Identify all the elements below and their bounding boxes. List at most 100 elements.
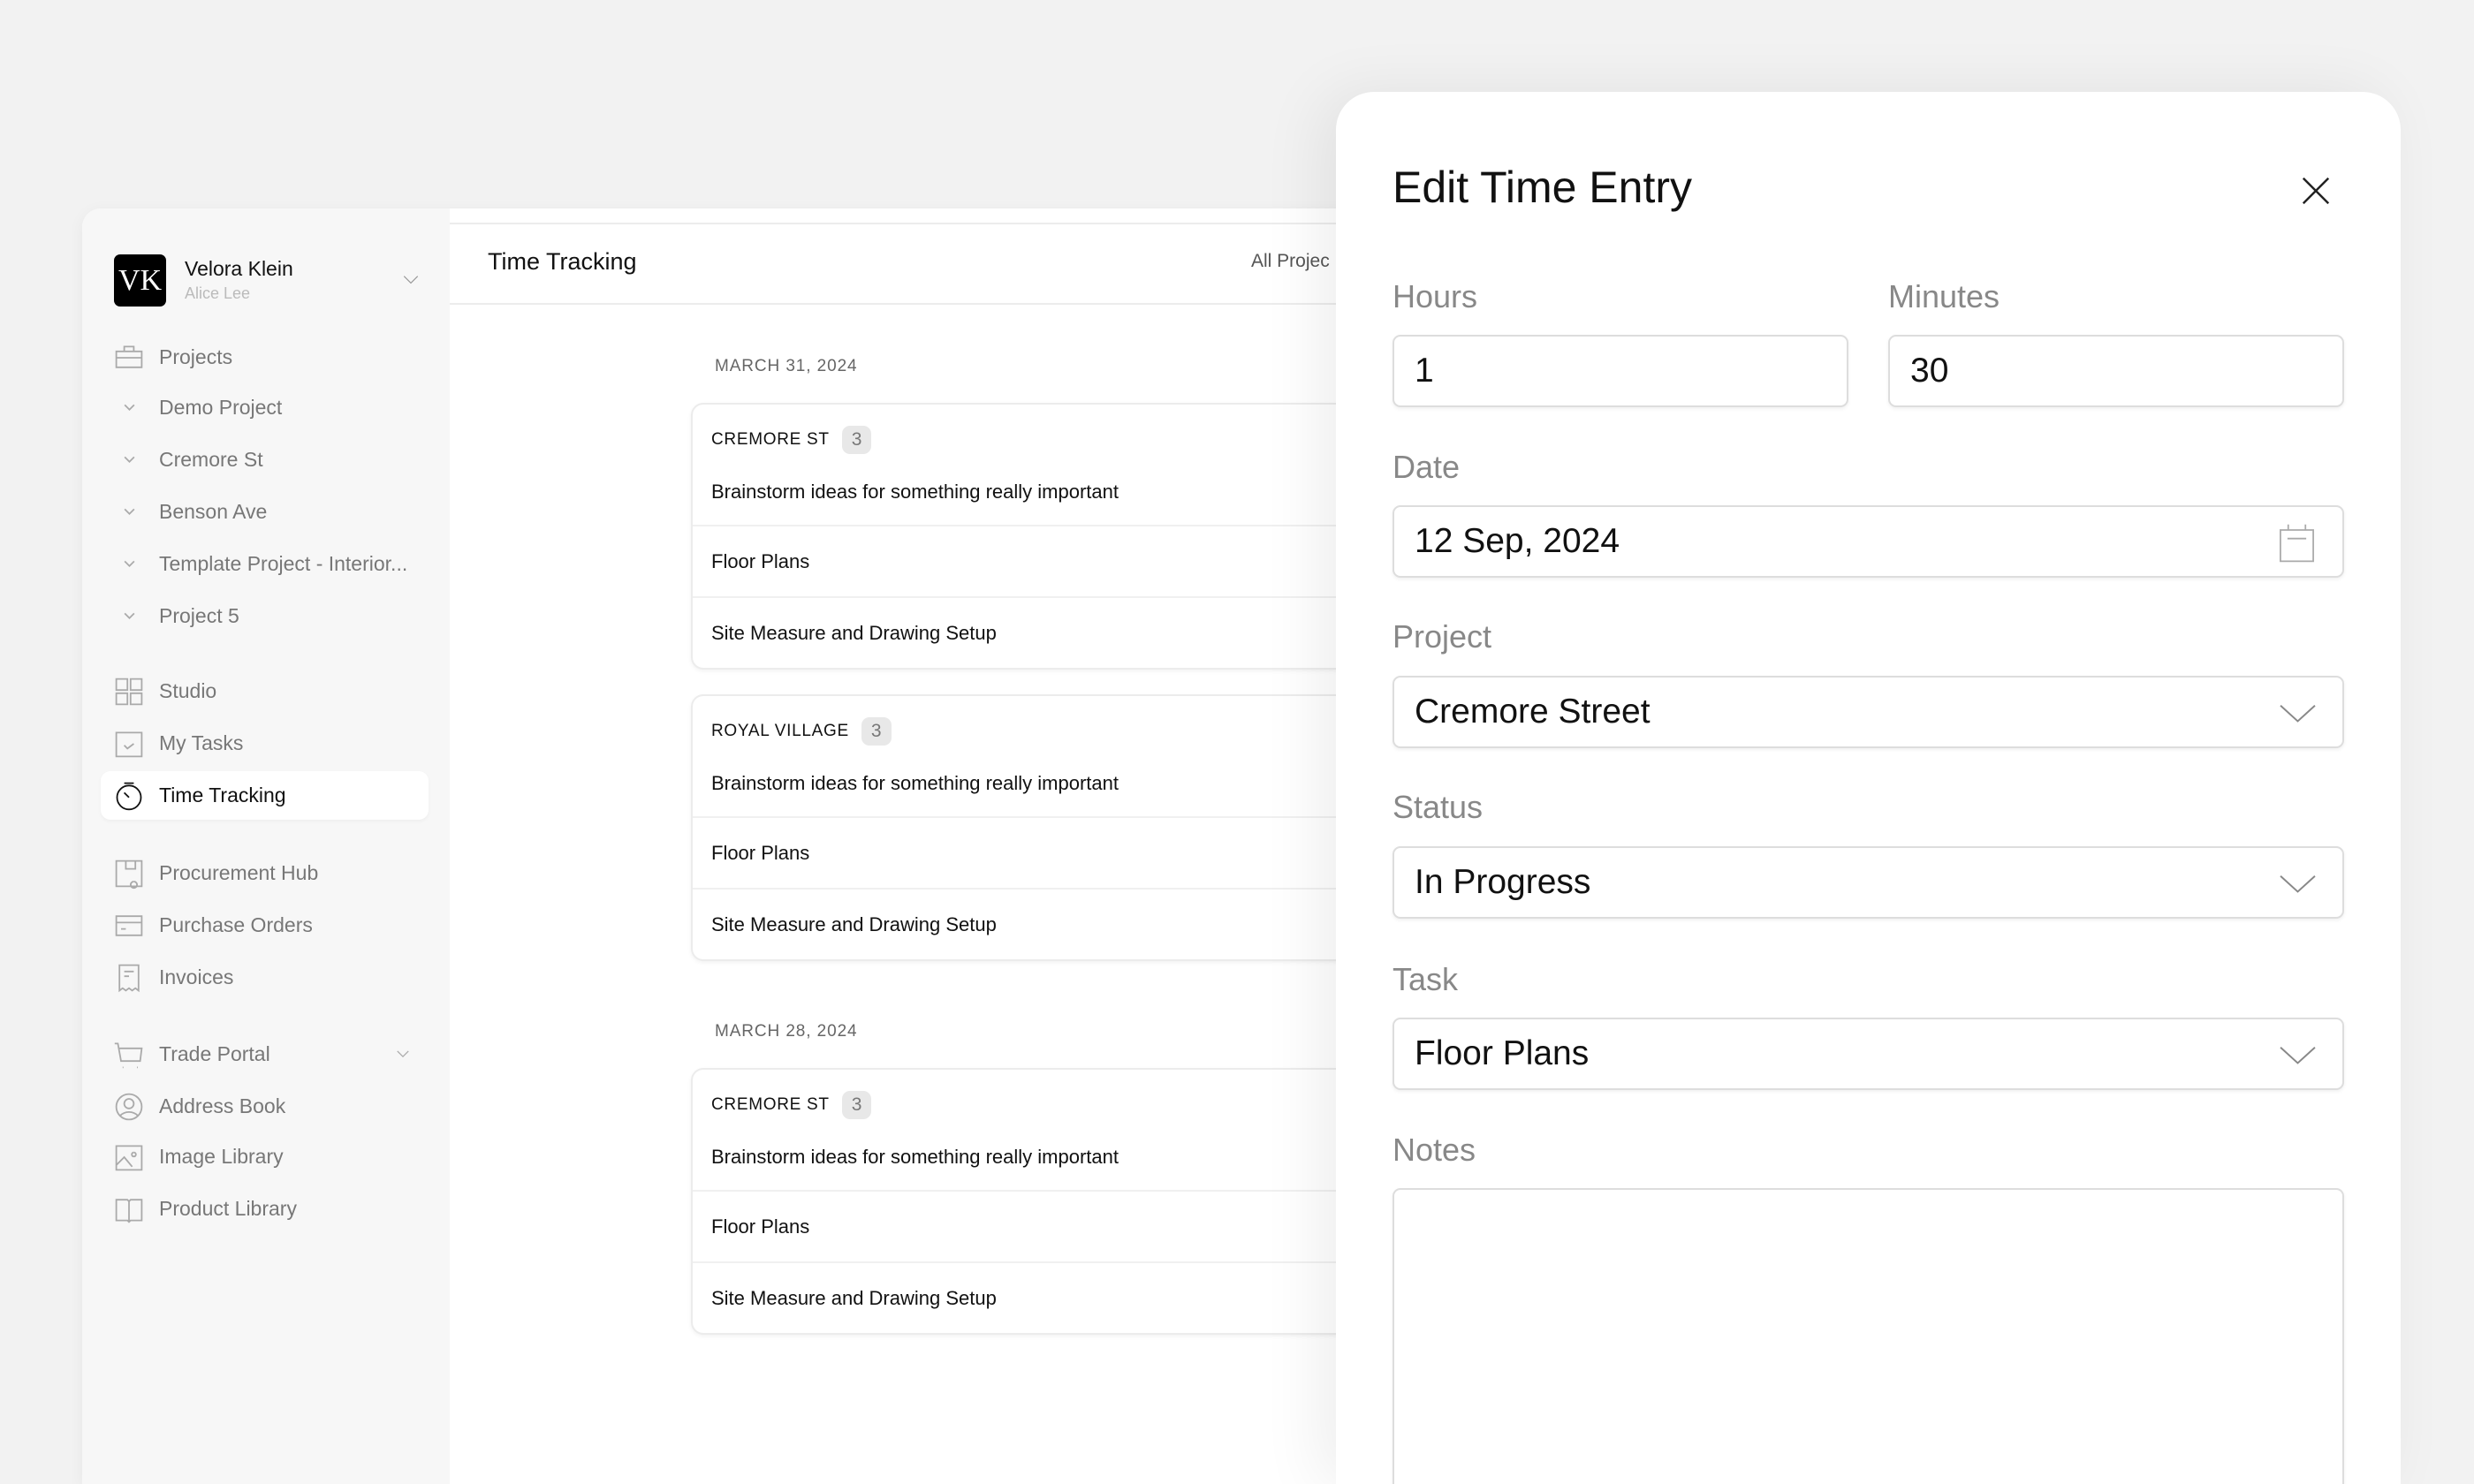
date-header: MARCH 31, 2024 bbox=[715, 357, 858, 375]
status-value: In Progress bbox=[1415, 863, 1591, 901]
task-name: Site Measure and Drawing Setup bbox=[711, 621, 997, 644]
book-icon bbox=[113, 1193, 145, 1225]
briefcase-icon bbox=[113, 342, 145, 374]
app-window: VK Velora Klein Alice Lee Projects Demo P… bbox=[82, 208, 1502, 1484]
time-entry-row[interactable]: Site Measure and Drawing Setup bbox=[693, 1261, 1418, 1333]
stopwatch-icon bbox=[113, 780, 145, 812]
date-header: MARCH 28, 2024 bbox=[715, 1022, 858, 1041]
sidebar-item-label: Projects bbox=[159, 345, 233, 368]
time-entry-row[interactable]: Floor Plans bbox=[693, 816, 1418, 888]
sidebar-item-my-tasks[interactable]: My Tasks bbox=[101, 719, 429, 768]
chevron-down-icon[interactable] bbox=[396, 1049, 410, 1059]
receipt-icon bbox=[113, 962, 145, 994]
sidebar-item-label: Purchase Orders bbox=[159, 913, 313, 936]
sidebar-item-projects[interactable]: Projects bbox=[101, 333, 429, 382]
date-label: Date bbox=[1393, 449, 1461, 485]
sidebar-item-project-5[interactable]: Project 5 bbox=[101, 592, 429, 640]
calendar-icon[interactable] bbox=[2278, 523, 2316, 564]
sidebar: VK Velora Klein Alice Lee Projects Demo P… bbox=[82, 208, 450, 1484]
card-header: ROYAL VILLAGE 3 bbox=[693, 696, 1418, 766]
sidebar-item-label: Invoices bbox=[159, 965, 234, 988]
close-icon[interactable] bbox=[2302, 177, 2330, 205]
sidebar-item-procurement-hub[interactable]: Procurement Hub bbox=[101, 849, 429, 897]
chevron-down-icon[interactable] bbox=[118, 601, 140, 632]
project-card: ROYAL VILLAGE 3 Brainstorm ideas for somet… bbox=[691, 694, 1420, 961]
hours-input[interactable]: 1 bbox=[1393, 335, 1848, 407]
checkbox-icon bbox=[113, 728, 145, 760]
account-chevron-down-icon[interactable] bbox=[402, 275, 420, 285]
cart-icon bbox=[113, 1039, 145, 1071]
sidebar-item-label: Benson Ave bbox=[159, 500, 268, 523]
time-entry-row[interactable]: Brainstorm ideas for something really im… bbox=[693, 1140, 1418, 1190]
sidebar-item-template-project-interior[interactable]: Template Project - Interior... bbox=[101, 540, 429, 588]
date-input[interactable]: 12 Sep, 2024 bbox=[1393, 505, 2344, 578]
sidebar-item-cremore-st[interactable]: Cremore St bbox=[101, 435, 429, 484]
date-value: 12 Sep, 2024 bbox=[1415, 522, 1620, 560]
image-icon bbox=[113, 1141, 145, 1173]
card-header: CREMORE ST 3 bbox=[693, 1070, 1418, 1140]
user-circle-icon bbox=[113, 1091, 145, 1123]
minutes-input[interactable]: 30 bbox=[1888, 335, 2344, 407]
sidebar-item-trade-portal[interactable]: Trade Portal bbox=[101, 1030, 429, 1079]
status-select[interactable]: In Progress bbox=[1393, 846, 2344, 919]
chevron-down-icon bbox=[2280, 875, 2316, 893]
time-entry-row[interactable]: Site Measure and Drawing Setup bbox=[693, 596, 1418, 668]
time-entry-row[interactable]: Floor Plans bbox=[693, 525, 1418, 596]
task-name: Site Measure and Drawing Setup bbox=[711, 912, 997, 935]
grid-icon bbox=[113, 676, 145, 708]
project-name: ROYAL VILLAGE bbox=[711, 721, 849, 740]
sidebar-item-product-library[interactable]: Product Library bbox=[101, 1185, 429, 1233]
sidebar-item-time-tracking[interactable]: Time Tracking bbox=[101, 771, 429, 820]
avatar[interactable]: VK bbox=[114, 254, 166, 307]
task-name: Brainstorm ideas for something really im… bbox=[711, 771, 1119, 794]
chevron-down-icon[interactable] bbox=[118, 496, 140, 528]
sidebar-item-label: Address Book bbox=[159, 1094, 286, 1117]
card-icon bbox=[113, 910, 145, 942]
sidebar-item-label: Cremore St bbox=[159, 448, 263, 471]
chevron-down-icon[interactable] bbox=[118, 549, 140, 580]
task-select[interactable]: Floor Plans bbox=[1393, 1018, 2344, 1090]
task-name: Floor Plans bbox=[711, 1215, 810, 1238]
chevron-down-icon[interactable] bbox=[118, 444, 140, 476]
task-name: Floor Plans bbox=[711, 549, 810, 572]
count-badge: 3 bbox=[841, 1090, 872, 1119]
project-label: Project bbox=[1393, 618, 1492, 655]
project-name: CREMORE ST bbox=[711, 429, 830, 449]
task-name: Brainstorm ideas for something really im… bbox=[711, 1145, 1119, 1168]
count-badge: 3 bbox=[861, 716, 892, 746]
sidebar-item-label: Project 5 bbox=[159, 604, 239, 627]
user-name[interactable]: Velora Klein bbox=[185, 257, 293, 281]
modal-title: Edit Time Entry bbox=[1393, 163, 1692, 212]
sidebar-item-label: Procurement Hub bbox=[159, 861, 319, 884]
sidebar-item-label: Demo Project bbox=[159, 396, 283, 419]
sidebar-item-demo-project[interactable]: Demo Project bbox=[101, 383, 429, 432]
sidebar-item-image-library[interactable]: Image Library bbox=[101, 1132, 429, 1181]
project-value: Cremore Street bbox=[1415, 693, 1651, 731]
sidebar-item-label: Product Library bbox=[159, 1197, 297, 1220]
project-select[interactable]: Cremore Street bbox=[1393, 676, 2344, 748]
chevron-down-icon bbox=[2280, 705, 2316, 723]
sidebar-item-invoices[interactable]: Invoices bbox=[101, 953, 429, 1002]
notes-textarea[interactable] bbox=[1393, 1188, 2344, 1484]
status-label: Status bbox=[1393, 789, 1484, 825]
sidebar-item-purchase-orders[interactable]: Purchase Orders bbox=[101, 901, 429, 950]
sidebar-item-studio[interactable]: Studio bbox=[101, 667, 429, 716]
sidebar-item-address-book[interactable]: Address Book bbox=[101, 1082, 429, 1131]
hours-value: 1 bbox=[1415, 352, 1434, 390]
task-name: Brainstorm ideas for something really im… bbox=[711, 480, 1119, 503]
sidebar-item-label: Time Tracking bbox=[159, 784, 286, 806]
minutes-value: 30 bbox=[1910, 352, 1949, 390]
time-entry-row[interactable]: Brainstorm ideas for something really im… bbox=[693, 474, 1418, 525]
time-entry-row[interactable]: Floor Plans bbox=[693, 1190, 1418, 1261]
time-entry-row[interactable]: Site Measure and Drawing Setup bbox=[693, 888, 1418, 959]
time-entry-row[interactable]: Brainstorm ideas for something really im… bbox=[693, 766, 1418, 816]
user-subtitle: Alice Lee bbox=[185, 284, 251, 302]
task-value: Floor Plans bbox=[1415, 1034, 1590, 1072]
project-filter[interactable]: All Projec bbox=[1251, 251, 1330, 272]
notes-label: Notes bbox=[1393, 1132, 1476, 1168]
sidebar-item-benson-ave[interactable]: Benson Ave bbox=[101, 488, 429, 536]
page-title: Time Tracking bbox=[488, 248, 637, 275]
chevron-down-icon[interactable] bbox=[118, 392, 140, 424]
count-badge: 3 bbox=[841, 425, 872, 454]
minutes-label: Minutes bbox=[1888, 278, 2000, 314]
